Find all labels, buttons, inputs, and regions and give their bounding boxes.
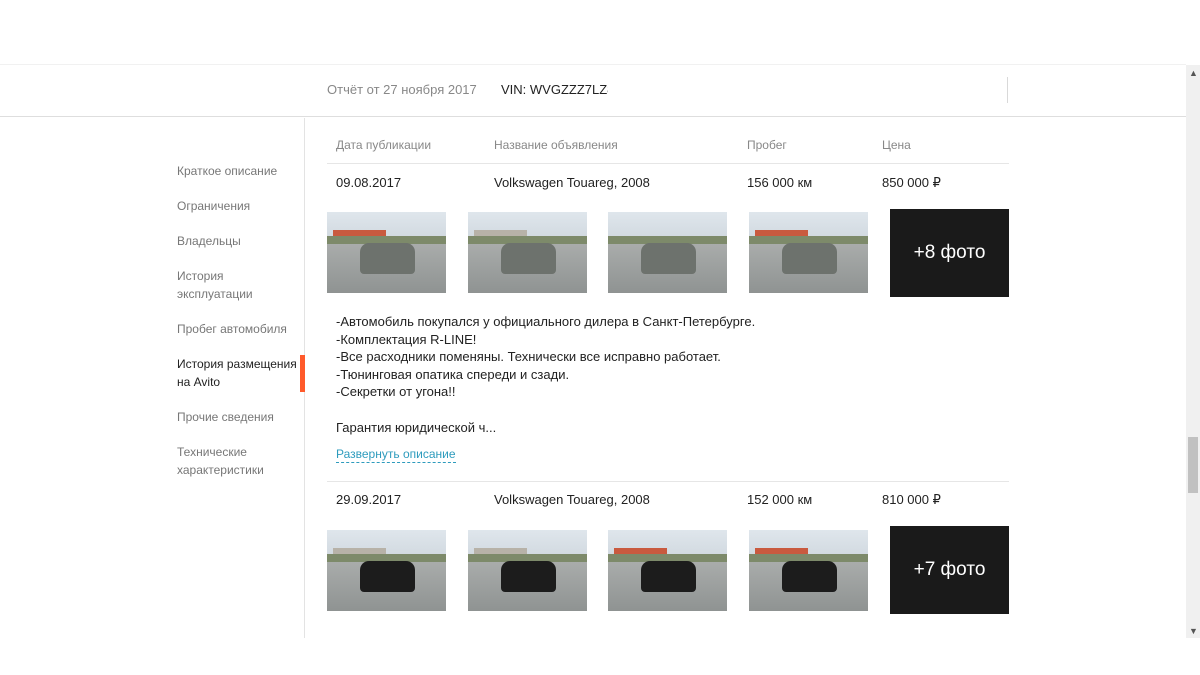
- listing-divider: [327, 481, 1009, 482]
- more-photos-button[interactable]: +7 фото: [890, 526, 1009, 614]
- description-line: -Комплектация R-LINE!: [336, 331, 477, 347]
- scroll-up-icon[interactable]: ▲: [1189, 68, 1198, 78]
- sidebar-item-summary[interactable]: Краткое описание: [177, 162, 302, 180]
- report-header-bar: Отчёт от 27 ноября 2017 VIN: WVGZZZ7LZ8: [0, 65, 1186, 117]
- description-line: [336, 401, 996, 419]
- column-header-mileage: Пробег: [747, 138, 787, 152]
- more-photos-button[interactable]: +8 фото: [890, 209, 1009, 297]
- expand-description-link[interactable]: Развернуть описание: [336, 447, 456, 463]
- listing-mileage: 156 000 км: [747, 175, 813, 190]
- scroll-down-icon[interactable]: ▼: [1189, 626, 1198, 636]
- page-bottom-area: [0, 638, 1186, 675]
- listing-photo[interactable]: [749, 212, 868, 293]
- description-line: -Автомобиль покупался у официального дил…: [336, 314, 756, 329]
- sidebar-item-tech-specs[interactable]: Технические характеристики: [177, 443, 302, 479]
- sidebar-item-other-info[interactable]: Прочие сведения: [177, 408, 302, 426]
- sidebar-item-restrictions[interactable]: Ограничения: [177, 197, 302, 215]
- sidebar-item-avito-history[interactable]: История размещения на Avito: [177, 355, 302, 391]
- listing-photo[interactable]: [327, 212, 446, 293]
- vertical-scrollbar[interactable]: [1186, 65, 1200, 638]
- listing-photo[interactable]: [608, 212, 727, 293]
- listing-photo[interactable]: [749, 530, 868, 611]
- listing-mileage: 152 000 км: [747, 492, 813, 507]
- column-header-title: Название объявления: [494, 138, 618, 152]
- description-line: -Тюнинговая опатика спереди и сзади.: [336, 366, 570, 382]
- description-line: -Секретки от угона!!: [336, 384, 456, 400]
- active-nav-indicator: [300, 355, 305, 392]
- column-header-date: Дата публикации: [336, 138, 432, 152]
- listing-photo[interactable]: [468, 530, 587, 611]
- listing-description: -Автомобиль покупался у официального дил…: [336, 313, 996, 436]
- table-header-divider: [327, 163, 1009, 164]
- listing-date: 29.09.2017: [336, 492, 402, 507]
- listing-photo[interactable]: [468, 212, 587, 293]
- listing-price: 810 000 ₽: [882, 492, 941, 507]
- report-date: Отчёт от 27 ноября 2017: [327, 82, 477, 97]
- listing-title[interactable]: Volkswagen Touareg, 2008: [494, 492, 650, 507]
- description-line: -Все расходники поменяны. Технически все…: [336, 349, 721, 365]
- listing-title[interactable]: Volkswagen Touareg, 2008: [494, 175, 650, 190]
- report-sidebar-nav: Краткое описание Ограничения Владельцы И…: [0, 118, 305, 638]
- sidebar-item-operation-history[interactable]: История эксплуатации: [177, 267, 302, 303]
- vin-number: VIN: WVGZZZ7LZ8: [501, 82, 608, 97]
- listing-photo[interactable]: [608, 530, 727, 611]
- listing-date: 09.08.2017: [336, 175, 402, 190]
- sidebar-item-owners[interactable]: Владельцы: [177, 232, 302, 250]
- description-line: Гарантия юридической ч...: [336, 419, 497, 435]
- header-divider: [1007, 77, 1008, 103]
- listing-photo[interactable]: [327, 530, 446, 611]
- column-header-price: Цена: [882, 138, 911, 152]
- browser-top-area: [0, 0, 1186, 65]
- scrollbar-thumb[interactable]: [1188, 437, 1198, 493]
- listing-price: 850 000 ₽: [882, 175, 941, 190]
- sidebar-item-mileage[interactable]: Пробег автомобиля: [177, 320, 302, 338]
